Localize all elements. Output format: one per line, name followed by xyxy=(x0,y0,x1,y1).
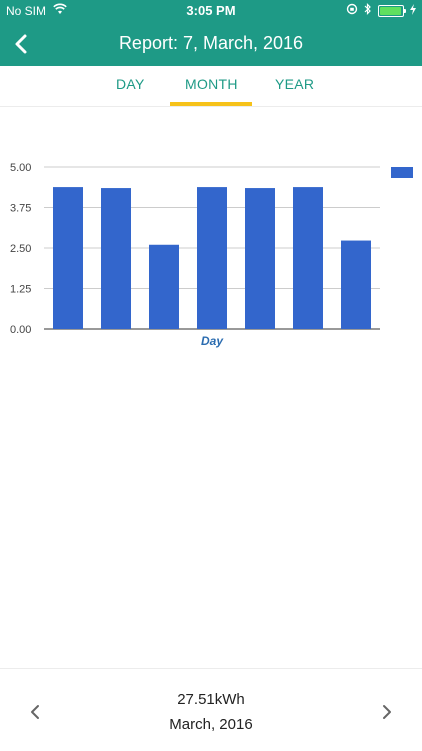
next-period-button[interactable] xyxy=(378,703,394,721)
x-axis-label: Day xyxy=(201,334,224,348)
y-tick-label: 3.75 xyxy=(10,203,31,215)
active-tab-indicator xyxy=(170,102,252,106)
legend-swatch xyxy=(391,167,413,178)
bar xyxy=(101,188,131,329)
bar xyxy=(245,188,275,329)
period-tabs: DAY MONTH YEAR xyxy=(0,66,422,107)
app-header: Report: 7, March, 2016 xyxy=(0,22,422,66)
tab-day[interactable]: DAY xyxy=(116,76,145,92)
battery-icon xyxy=(378,4,406,17)
status-bar: No SIM 3:05 PM xyxy=(0,0,422,22)
charging-icon xyxy=(410,3,416,18)
bar-chart: 0.00 1.25 2.50 3.75 5.00 Day xyxy=(10,162,413,348)
y-tick-label: 0.00 xyxy=(10,324,31,336)
total-energy: 27.51kWh xyxy=(177,691,245,708)
page-title: Report: 7, March, 2016 xyxy=(118,33,304,53)
bar xyxy=(341,240,371,329)
consumption-chart: 0.00 1.25 2.50 3.75 5.00 Day xyxy=(0,150,422,360)
y-tick-label: 5.00 xyxy=(10,162,31,174)
tab-month[interactable]: MONTH xyxy=(185,76,238,92)
rotation-lock-icon xyxy=(346,3,358,18)
bar xyxy=(149,244,179,329)
y-tick-label: 2.50 xyxy=(10,243,31,255)
status-right-icons xyxy=(346,3,416,18)
bar xyxy=(53,187,83,329)
bar xyxy=(197,187,227,329)
tab-year[interactable]: YEAR xyxy=(275,76,314,92)
chevron-right-icon xyxy=(383,705,391,719)
bluetooth-icon xyxy=(364,3,372,18)
bar xyxy=(293,187,323,329)
period-label: March, 2016 xyxy=(169,716,253,733)
y-tick-label: 1.25 xyxy=(10,284,31,296)
footer-summary: 27.51kWh March, 2016 xyxy=(0,668,422,751)
